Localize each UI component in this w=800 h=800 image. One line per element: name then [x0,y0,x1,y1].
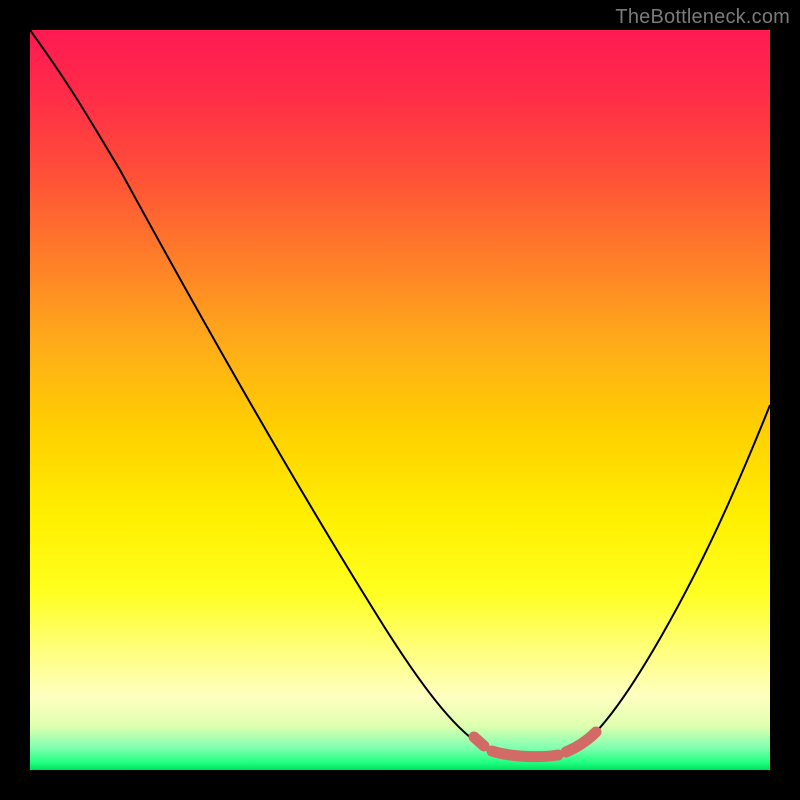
chart-container: TheBottleneck.com [0,0,800,800]
plot-area [30,30,770,770]
bottleneck-curve [30,30,770,770]
curve-left-branch [30,30,485,748]
optimal-range-highlight-mid [492,751,558,757]
watermark-text: TheBottleneck.com [615,6,790,29]
optimal-range-highlight-right [566,732,596,752]
highlight-dot [469,732,479,742]
highlight-dot [591,727,601,737]
curve-right-branch [590,405,770,738]
